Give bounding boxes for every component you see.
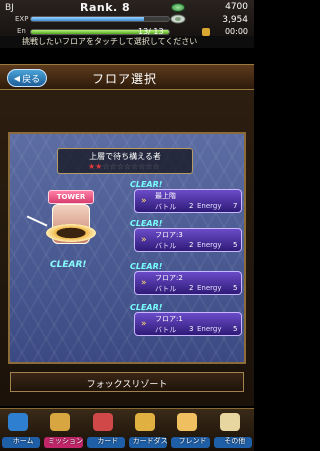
timer-icon (202, 28, 210, 36)
battle-count: 3 (189, 325, 194, 333)
nav-friend[interactable]: フレンド (169, 409, 211, 451)
energy-timer: 00:00 (224, 27, 248, 36)
bottom-nav: ホーム ミッション カード カードダス フレンド その他 (0, 408, 254, 451)
player-name: BJ (5, 3, 14, 13)
exp-bar-fill (31, 17, 145, 21)
floor-name: フロア:2 (155, 274, 183, 282)
floor-item-2[interactable]: CLEAR! » フロア:2 バトル 2 Energy 5 (130, 262, 244, 295)
floor-clear-label: CLEAR! (130, 262, 163, 271)
nav-label: その他 (224, 437, 246, 445)
chevron-right-icon: » (141, 235, 147, 245)
other-icon (219, 413, 240, 431)
energy-cost: 5 (233, 284, 238, 292)
friend-icon (177, 413, 198, 431)
battle-count: 2 (189, 241, 194, 249)
instruction-text: 挑戦したいフロアをタッチして選択してください (22, 37, 198, 46)
star-icon: ☆ (152, 162, 160, 171)
money-count: 3,954 (222, 15, 248, 25)
nav-home[interactable]: ホーム (0, 409, 42, 451)
tower-clear-label: CLEAR! (50, 260, 87, 270)
boss-title: 上層で待ち構える者 (89, 152, 161, 161)
energy-cost: 7 (233, 202, 238, 210)
instruction-strip: 挑戦したいフロアをタッチして選択してください (0, 36, 254, 48)
player-rank: Rank. 8 (80, 1, 131, 14)
boss-difficulty-stars: ★★☆☆☆☆☆☆☆☆ (88, 162, 160, 171)
battle-label: バトル (155, 326, 177, 334)
star-icon: ☆ (123, 162, 132, 171)
energy-cost-label: Energy (197, 241, 222, 249)
floor-clear-label: CLEAR! (130, 219, 163, 228)
star-icon: ☆ (109, 162, 117, 171)
nav-label: カード (97, 437, 119, 445)
energy-cost-label: Energy (197, 284, 222, 292)
home-icon (8, 413, 28, 431)
chevron-right-icon: » (141, 278, 147, 288)
carddass-icon (134, 413, 155, 431)
chevron-right-icon: » (141, 319, 147, 329)
floor-button[interactable]: » 最上階 バトル 2 Energy 7 (134, 189, 242, 213)
boss-info-box: 上層で待ち構える者 ★★☆☆☆☆☆☆☆☆ (57, 148, 193, 174)
energy-cost-label: Energy (197, 325, 222, 333)
screen-header: ◀ 戻る フロア選択 (0, 64, 254, 90)
nav-carddass[interactable]: カードダス (127, 409, 169, 451)
floor-name: 最上階 (155, 192, 176, 200)
floor-name: フロア:3 (155, 231, 183, 239)
battle-label: バトル (155, 285, 177, 293)
coin-icon (171, 3, 185, 12)
floor-item-1[interactable]: CLEAR! » フロア:1 バトル 3 Energy 5 (130, 303, 244, 336)
coin-count: 4700 (225, 2, 248, 12)
back-button[interactable]: ◀ 戻る (7, 69, 47, 87)
back-arrow-icon: ◀ (13, 73, 21, 83)
floor-item-top[interactable]: CLEAR! » 最上階 バトル 2 Energy 7 (130, 180, 244, 213)
battle-label: バトル (155, 203, 177, 211)
energy-cost: 5 (233, 241, 238, 249)
tower-sign: TOWER (48, 190, 94, 204)
exp-label: EXP (15, 15, 29, 23)
nav-mission[interactable]: ミッション (42, 409, 84, 451)
battle-count: 2 (189, 202, 194, 210)
tower-ring (46, 224, 96, 242)
floor-button[interactable]: » フロア:2 バトル 2 Energy 5 (134, 271, 242, 295)
floor-button[interactable]: » フロア:3 バトル 2 Energy 5 (134, 228, 242, 252)
exp-bar (30, 16, 170, 22)
nav-label: ホーム (12, 437, 34, 445)
location-plaque: フォックスリゾート (10, 372, 244, 392)
energy-label: En (17, 27, 26, 35)
nav-other[interactable]: その他 (212, 409, 254, 451)
floor-clear-label: CLEAR! (130, 303, 163, 312)
chevron-right-icon: » (141, 196, 147, 206)
floor-clear-label: CLEAR! (130, 180, 163, 189)
energy-cost-label: Energy (197, 202, 222, 210)
star-icon: ☆ (102, 162, 110, 171)
money-icon (170, 14, 186, 24)
floor-button[interactable]: » フロア:1 バトル 3 Energy 5 (134, 312, 242, 336)
floor-item-3[interactable]: CLEAR! » フロア:3 バトル 2 Energy 5 (130, 219, 244, 252)
screen-title: フロア選択 (92, 72, 158, 86)
nav-card[interactable]: カード (85, 409, 127, 451)
battle-label: バトル (155, 242, 177, 250)
star-icon: ☆ (116, 162, 124, 171)
mission-icon (50, 413, 71, 431)
location-name: フォックスリゾート (86, 380, 168, 390)
back-button-label: 戻る (22, 74, 41, 85)
battle-count: 2 (189, 284, 194, 292)
energy-cost: 5 (233, 325, 238, 333)
nav-label: フレンド (178, 437, 207, 445)
nav-label: ミッション (47, 437, 83, 445)
star-icon: ☆ (145, 162, 153, 171)
energy-count: 13/ 13 (138, 27, 164, 36)
floor-name: フロア:1 (155, 315, 183, 323)
tower-icon[interactable]: TOWER (40, 190, 102, 256)
nav-label: カードダス (132, 437, 168, 445)
card-icon (92, 413, 113, 431)
